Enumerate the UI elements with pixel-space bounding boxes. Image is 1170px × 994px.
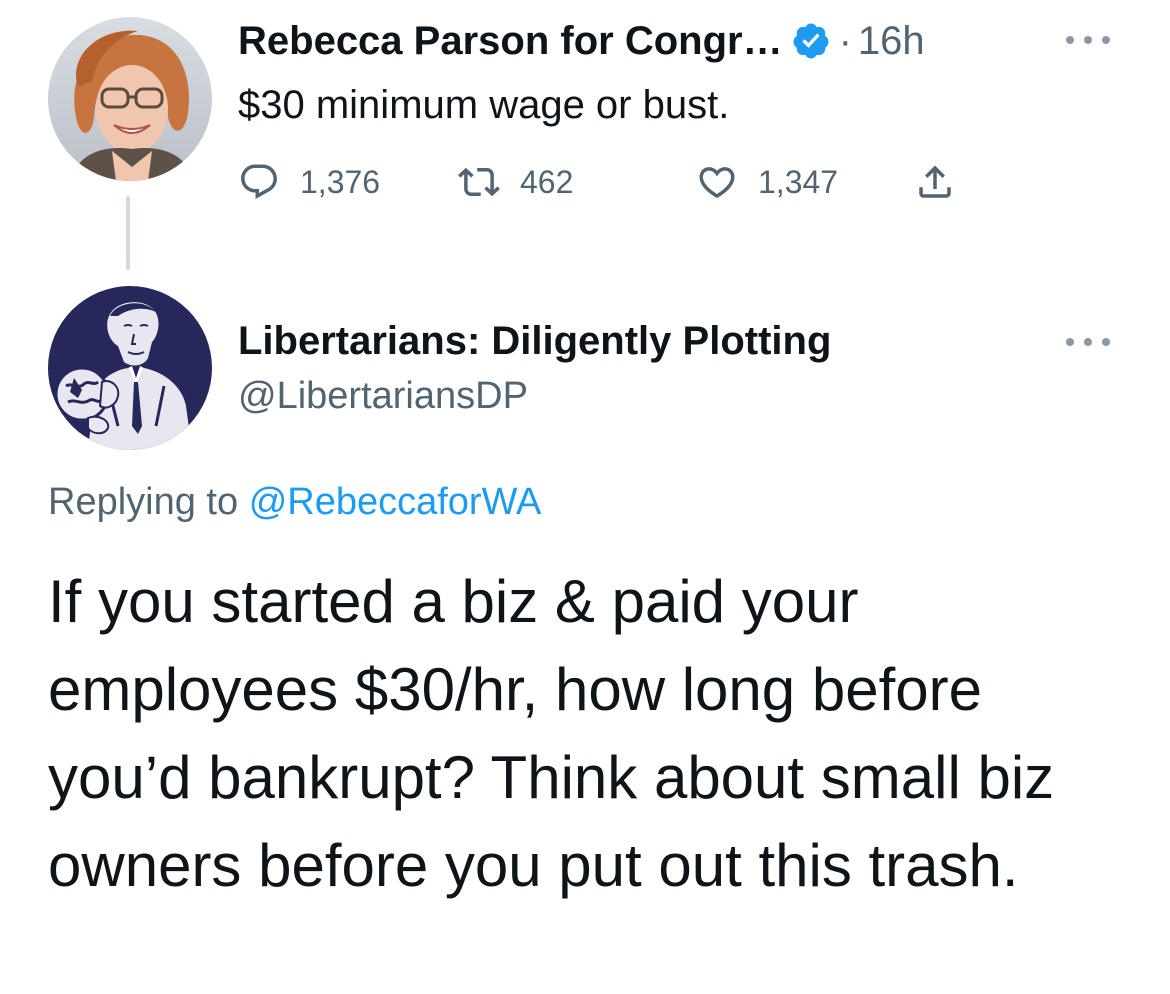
rebecca-avatar-image [48, 17, 212, 181]
reply-author-name[interactable]: Libertarians: Diligently Plotting [238, 316, 831, 366]
like-count: 1,347 [758, 163, 839, 200]
tweet-thread: Rebecca Parson for Congr… · 16h $30 mini… [0, 0, 1170, 994]
rebecca-avatar[interactable] [48, 17, 212, 181]
libertarians-avatar-image [48, 286, 212, 450]
reply-author-handle[interactable]: @LibertariansDP [238, 372, 528, 420]
share-button[interactable] [914, 160, 956, 204]
replying-to-prefix: Replying to [48, 481, 239, 523]
parent-tweet-header: Rebecca Parson for Congr… · 16h [238, 16, 925, 66]
share-icon [919, 165, 951, 198]
verified-badge-icon [791, 21, 831, 61]
reply-count: 1,376 [300, 163, 381, 200]
retweet-icon [458, 167, 500, 197]
replying-to-link[interactable]: @RebeccaforWA [249, 481, 542, 523]
thread-connector-line [126, 196, 130, 270]
parent-timestamp[interactable]: 16h [858, 16, 925, 66]
retweet-button[interactable]: 462 [458, 160, 573, 204]
retweet-count: 462 [520, 163, 574, 200]
libertarians-avatar[interactable] [48, 286, 212, 450]
parent-author-name[interactable]: Rebecca Parson for Congr… [238, 16, 783, 66]
header-separator: · [838, 19, 852, 63]
parent-more-options-icon[interactable] [1060, 30, 1116, 50]
parent-tweet-actions: 1,376 462 1,347 [238, 160, 998, 204]
reply-more-options-icon[interactable] [1060, 332, 1116, 352]
like-button[interactable]: 1,347 [696, 160, 838, 204]
reply-tweet-text: If you started a biz & paid your employe… [48, 568, 1055, 899]
replying-to-line: Replying to @RebeccaforWA [48, 478, 541, 526]
heart-icon [699, 167, 735, 199]
reply-button[interactable]: 1,376 [238, 160, 380, 204]
reply-icon [241, 164, 277, 199]
parent-tweet-text: $30 minimum wage or bust. [238, 83, 730, 127]
